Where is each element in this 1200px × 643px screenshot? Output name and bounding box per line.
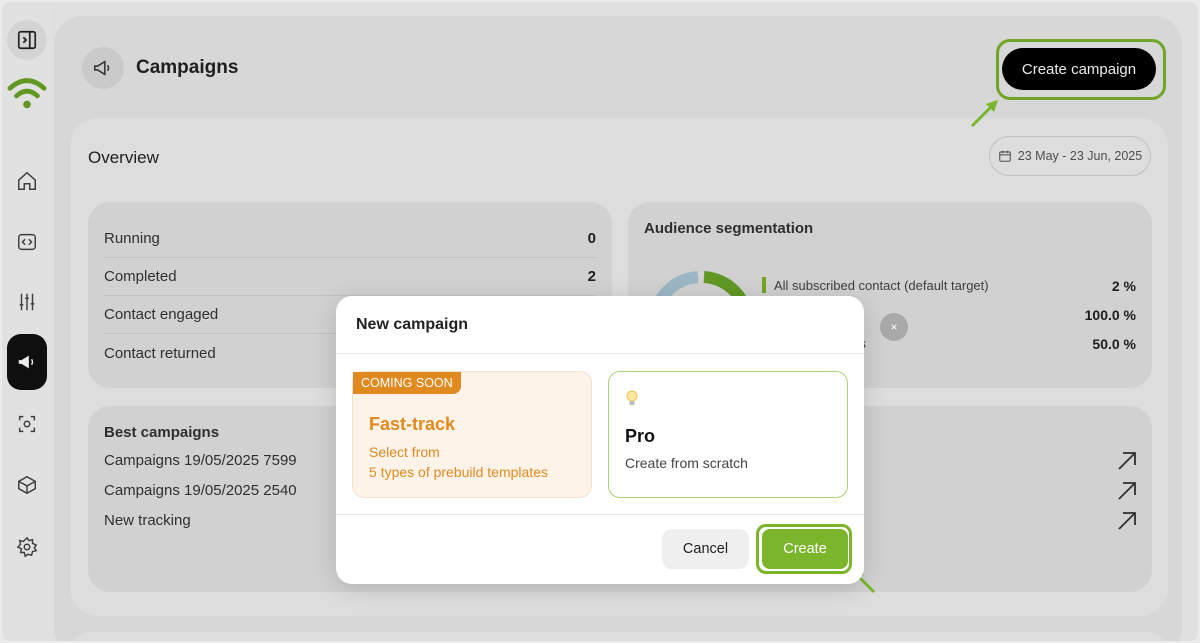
fast-track-description: Select from 5 types of prebuild template… xyxy=(369,442,548,482)
pro-title: Pro xyxy=(625,426,656,446)
new-campaign-modal: New campaign COMING SOON Fast-track Sele… xyxy=(336,296,864,584)
pointer-arrow-icon xyxy=(970,100,998,128)
coming-soon-badge: COMING SOON xyxy=(353,372,461,394)
cancel-button[interactable]: Cancel xyxy=(662,529,749,569)
modal-divider xyxy=(336,514,864,515)
close-modal-button[interactable]: × xyxy=(880,313,908,341)
pro-option[interactable]: Pro Create from scratch xyxy=(608,371,848,498)
lightbulb-icon xyxy=(626,390,638,405)
fast-track-desc-line: 5 types of prebuild templates xyxy=(369,464,548,480)
modal-divider xyxy=(336,353,864,354)
create-button[interactable]: Create xyxy=(762,529,848,569)
fast-track-title: Fast-track xyxy=(369,414,456,434)
pro-description: Create from scratch xyxy=(625,455,748,471)
modal-title: New campaign xyxy=(356,316,469,333)
fast-track-option[interactable]: COMING SOON Fast-track Select from 5 typ… xyxy=(352,371,592,498)
fast-track-desc-line: Select from xyxy=(369,444,440,460)
